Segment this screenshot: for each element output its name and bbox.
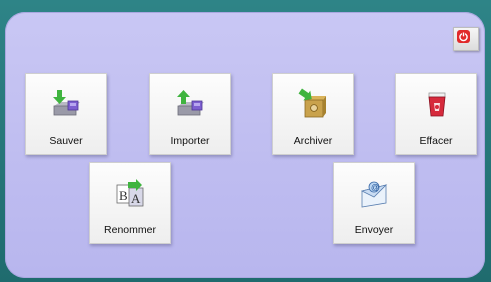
importer-button[interactable]: Importer: [149, 73, 231, 155]
envoyer-label: Envoyer: [354, 224, 394, 236]
save-to-drive-icon: [50, 88, 82, 120]
import-from-drive-icon: [174, 88, 206, 120]
sauver-label: Sauver: [49, 135, 83, 147]
svg-text:A: A: [131, 191, 141, 206]
renommer-button[interactable]: B A Renommer: [89, 162, 171, 244]
archiver-label: Archiver: [293, 135, 333, 147]
archiver-button[interactable]: Archiver: [272, 73, 354, 155]
envoyer-button[interactable]: @ Envoyer: [333, 162, 415, 244]
svg-text:B: B: [119, 188, 128, 203]
sauver-button[interactable]: Sauver: [25, 73, 107, 155]
send-mail-icon: @: [358, 177, 390, 209]
archive-box-icon: [297, 88, 329, 120]
svg-text:@: @: [371, 183, 379, 192]
close-button[interactable]: [453, 27, 479, 51]
renommer-label: Renommer: [104, 224, 156, 236]
trash-bin-icon: [420, 88, 452, 120]
window-frame: Sauver Importer Archiver Effacer B A Ren…: [0, 0, 491, 282]
effacer-label: Effacer: [419, 135, 453, 147]
power-icon: [457, 30, 470, 43]
effacer-button[interactable]: Effacer: [395, 73, 477, 155]
importer-label: Importer: [170, 135, 210, 147]
rename-letters-icon: B A: [114, 177, 146, 209]
